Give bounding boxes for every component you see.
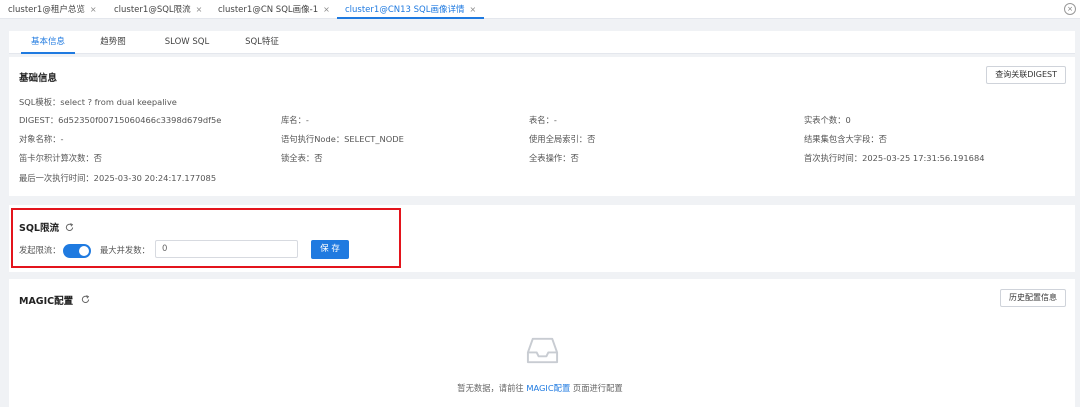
- basic-info-title: 基础信息: [19, 73, 58, 84]
- empty-text-after: 页面进行配置: [570, 383, 623, 393]
- tab-sql-features[interactable]: SQL特征: [237, 31, 287, 54]
- tab-trend[interactable]: 趋势图: [89, 31, 137, 54]
- info-cartesian: 笛卡尔积计算次数：否: [19, 153, 102, 163]
- top-tab-sql-limit[interactable]: cluster1@SQL限流 ×: [114, 0, 202, 19]
- info-full-table: 全表操作：否: [529, 153, 579, 163]
- sql-template: SQL模板：select ? from dual keepalive: [19, 97, 177, 107]
- top-tab-cn13-sql-detail[interactable]: cluster1@CN13 SQL画像详情 ×: [337, 0, 485, 19]
- tab-basic-info[interactable]: 基本信息: [21, 31, 75, 54]
- inbox-empty-icon: [526, 337, 559, 364]
- basic-info-card: 基础信息 查询关联DIGEST SQL模板：select ? from dual…: [9, 57, 1075, 196]
- query-digest-button[interactable]: 查询关联DIGEST: [986, 66, 1066, 84]
- close-icon[interactable]: ×: [323, 5, 330, 14]
- empty-state-text: 暂无数据，请前往 MAGIC配置 页面进行配置: [0, 382, 1080, 394]
- highlight-box: [11, 208, 401, 268]
- top-tab-label: cluster1@SQL限流: [114, 5, 191, 15]
- close-icon[interactable]: ×: [90, 5, 97, 14]
- info-object-name: 对象名称：-: [19, 134, 64, 144]
- close-icon[interactable]: ×: [469, 5, 476, 14]
- magic-config-title: MAGIC配置: [19, 296, 74, 307]
- info-large-field: 结果集包含大字段：否: [804, 134, 887, 144]
- top-tab-label: cluster1@租户总览: [8, 5, 85, 15]
- tab-slow-sql[interactable]: SLOW SQL: [159, 31, 215, 54]
- info-table-name: 表名：-: [529, 115, 557, 125]
- empty-text-before: 暂无数据，请前往: [457, 383, 527, 393]
- history-config-button[interactable]: 历史配置信息: [1000, 289, 1066, 307]
- info-exec-node: 语句执行Node：SELECT_NODE: [281, 134, 404, 144]
- magic-config-link[interactable]: MAGIC配置: [526, 383, 570, 393]
- top-tab-label: cluster1@CN SQL画像-1: [218, 5, 319, 15]
- info-digest: DIGEST：6d52350f00715060466c3398d679df5e: [19, 115, 222, 125]
- top-tab-cn-sql-profile[interactable]: cluster1@CN SQL画像-1 ×: [218, 0, 330, 19]
- detail-tabs: 基本信息 趋势图 SLOW SQL SQL特征: [9, 31, 1075, 54]
- top-tab-label: cluster1@CN13 SQL画像详情: [345, 5, 465, 15]
- close-icon[interactable]: ×: [196, 5, 203, 14]
- top-tab-tenant-overview[interactable]: cluster1@租户总览 ×: [8, 0, 97, 19]
- info-lock-table: 锁全表：否: [281, 153, 323, 163]
- close-all-icon[interactable]: ×: [1064, 3, 1076, 15]
- top-tab-bar: cluster1@租户总览 × cluster1@SQL限流 × cluster1@…: [0, 0, 1080, 19]
- info-global-index: 使用全局索引：否: [529, 134, 596, 144]
- info-db-name: 库名：-: [281, 115, 309, 125]
- info-first-exec: 首次执行时间：2025-03-25 17:31:56.191684: [804, 153, 985, 163]
- info-last-exec: 最后一次执行时间：2025-03-30 20:24:17.177085: [19, 173, 217, 183]
- info-table-count: 实表个数：0: [804, 115, 851, 125]
- refresh-icon[interactable]: [81, 295, 90, 304]
